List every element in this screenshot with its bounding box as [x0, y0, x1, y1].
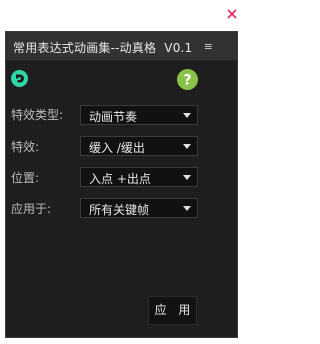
chevron-down-icon — [183, 175, 191, 180]
close-icon[interactable] — [226, 8, 238, 20]
position-label: 位置: — [11, 171, 40, 185]
apply-to-label: 应用于: — [11, 202, 52, 216]
effect-type-label: 特效类型: — [11, 108, 64, 122]
window-titlebar — [0, 0, 241, 30]
script-panel: 常用表达式动画集--动真格 V0.1 ≡ ? 特效类型: 动画节奏 特效: 缓入… — [5, 31, 238, 338]
effect-type-select[interactable]: 动画节奏 — [80, 105, 198, 125]
apply-button[interactable]: 应 用 — [148, 296, 197, 325]
effect-select[interactable]: 缓入 /缓出 — [80, 136, 198, 156]
chevron-down-icon — [183, 144, 191, 149]
help-icon[interactable]: ? — [177, 69, 198, 90]
panel-version: V0.1 — [164, 41, 193, 55]
menu-icon[interactable]: ≡ — [204, 40, 213, 53]
panel-title: 常用表达式动画集--动真格 V0.1 — [13, 39, 192, 56]
effect-type-value: 动画节奏 — [89, 110, 138, 124]
position-select[interactable]: 入点 +出点 — [80, 167, 198, 187]
apply-to-value: 所有关键帧 — [89, 203, 150, 217]
chevron-down-icon — [183, 113, 191, 118]
effect-value: 缓入 /缓出 — [89, 141, 145, 155]
svg-text:?: ? — [183, 73, 191, 89]
apply-to-select[interactable]: 所有关键帧 — [80, 198, 198, 218]
position-value: 入点 +出点 — [89, 172, 151, 186]
brand-logo-icon — [11, 70, 28, 87]
chevron-down-icon — [183, 206, 191, 211]
app-window: 常用表达式动画集--动真格 V0.1 ≡ ? 特效类型: 动画节奏 特效: 缓入… — [0, 0, 241, 344]
effect-label: 特效: — [11, 140, 40, 154]
panel-header: 常用表达式动画集--动真格 V0.1 ≡ — [6, 32, 237, 61]
panel-title-text: 常用表达式动画集--动真格 — [13, 41, 157, 55]
